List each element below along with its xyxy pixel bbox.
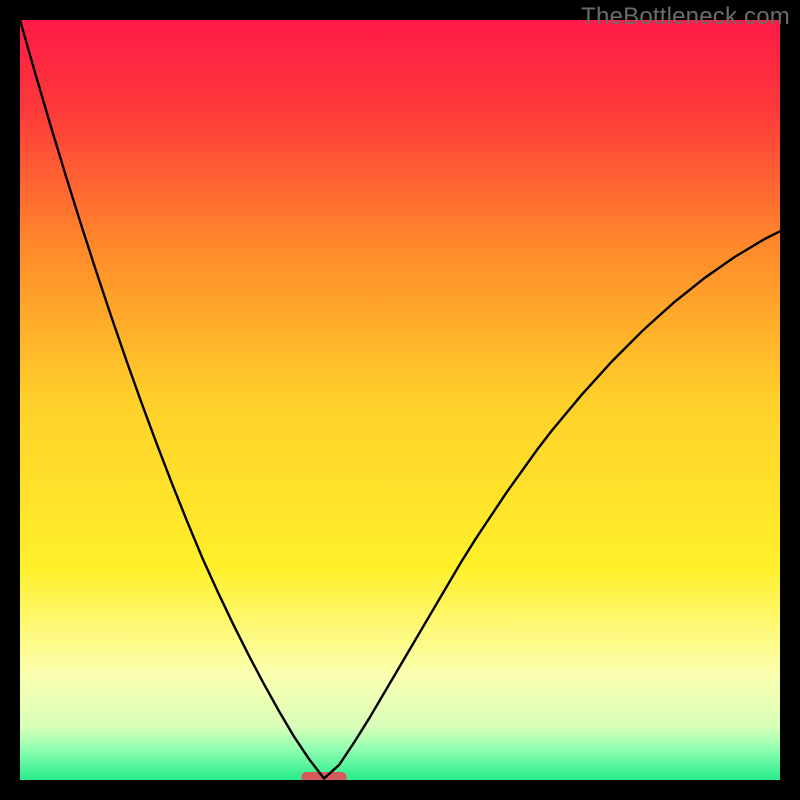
chart-svg xyxy=(20,20,780,780)
chart-frame: TheBottleneck.com xyxy=(0,0,800,800)
plot-area xyxy=(20,20,780,780)
